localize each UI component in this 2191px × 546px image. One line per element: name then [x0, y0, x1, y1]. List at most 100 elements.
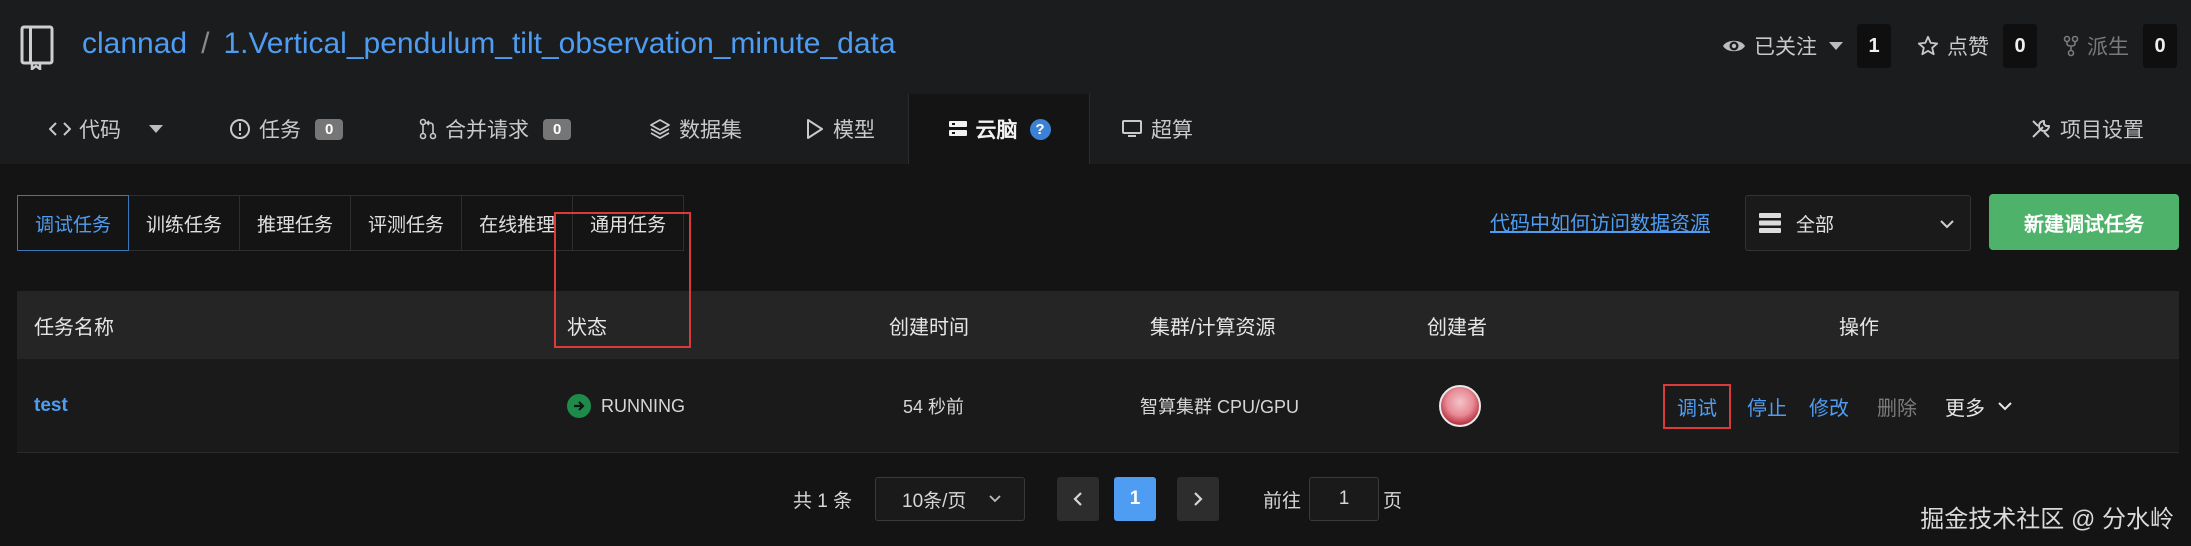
table-header: 任务名称 状态 创建时间 集群/计算资源 创建者 操作 [17, 291, 2179, 359]
subtab-train[interactable]: 训练任务 [129, 196, 241, 250]
page-size-select[interactable]: 10条/页 [875, 477, 1025, 521]
tab-settings[interactable]: 项目设置 [2030, 94, 2144, 164]
col-created: 创建时间 [889, 316, 969, 339]
cluster-filter-select[interactable]: 全部 [1745, 195, 1971, 251]
data-access-doc-link[interactable]: 代码中如何访问数据资源 [1490, 207, 1710, 236]
subtab-debug[interactable]: 调试任务 [17, 195, 130, 251]
watch-button[interactable]: 已关注 [1722, 31, 1843, 61]
play-icon [807, 119, 823, 139]
task-status-text: RUNNING [601, 395, 685, 416]
fork-icon [2063, 35, 2079, 57]
col-status: 状态 [567, 316, 607, 339]
tab-cloudbrain-label: 云脑 [975, 119, 1018, 142]
issue-icon [230, 119, 250, 139]
edit-button[interactable]: 修改 [1809, 392, 1849, 421]
watch-dropdown-icon[interactable] [1829, 42, 1843, 50]
desktop-icon [1122, 120, 1142, 137]
prev-page-button[interactable] [1057, 477, 1099, 521]
repo-header: clannad / 1.Vertical_pendulum_tilt_observa… [0, 0, 2191, 90]
watch-count[interactable]: 1 [1857, 24, 1891, 68]
fork-label: 派生 [2087, 36, 2129, 59]
question-icon[interactable]: ? [1029, 118, 1051, 140]
goto-page-input[interactable]: 1 [1309, 477, 1379, 521]
subtab-inference[interactable]: 推理任务 [240, 196, 352, 250]
tab-pulls-label: 合并请求 [445, 119, 529, 142]
tab-settings-label: 项目设置 [2060, 119, 2144, 142]
running-arrow-icon [567, 394, 591, 418]
task-type-tabs: 调试任务 训练任务 推理任务 评测任务 在线推理 通用任务 [17, 195, 685, 251]
new-debug-task-button[interactable]: 新建调试任务 [1989, 194, 2179, 250]
fork-button[interactable]: 派生 [2063, 31, 2129, 61]
tab-datasets-label: 数据集 [679, 119, 742, 142]
tab-code-dropdown-icon[interactable] [149, 125, 163, 133]
chevron-right-icon [1194, 492, 1203, 506]
issues-count-badge: 0 [315, 118, 344, 140]
star-count[interactable]: 0 [2003, 24, 2037, 68]
star-label: 点赞 [1947, 36, 1989, 59]
chevron-left-icon [1073, 492, 1082, 506]
tab-issues[interactable]: 任务 0 [229, 94, 344, 164]
col-actions: 操作 [1839, 316, 1879, 339]
tab-cloudbrain[interactable]: 云脑 ? [908, 94, 1090, 164]
pagination: 共 1 条 10条/页 1 前往 1 页 [0, 477, 2191, 521]
tab-supercompute[interactable]: 超算 [1121, 94, 1193, 164]
more-label: 更多 [1945, 397, 1985, 420]
chevron-down-icon [989, 495, 1002, 503]
chevron-down-icon [1998, 402, 2012, 411]
row-actions: 调试 停止 修改 删除 更多 [1663, 359, 2013, 453]
delete-button[interactable]: 删除 [1877, 392, 1917, 421]
code-icon [49, 122, 71, 136]
col-creator: 创建者 [1427, 316, 1487, 339]
tab-pulls[interactable]: 合并请求 0 [419, 94, 572, 164]
cluster-filter-value: 全部 [1796, 214, 1835, 236]
cloudbrain-panel: 调试任务 训练任务 推理任务 评测任务 在线推理 通用任务 代码中如何访问数据资… [0, 164, 2191, 546]
more-dropdown[interactable]: 更多 [1945, 392, 2013, 421]
subtab-evaluate[interactable]: 评测任务 [351, 196, 463, 250]
next-page-button[interactable] [1177, 477, 1219, 521]
task-status: RUNNING [567, 359, 685, 453]
task-table: 任务名称 状态 创建时间 集群/计算资源 创建者 操作 test RUNNING… [17, 291, 2179, 453]
eye-icon [1723, 40, 1745, 52]
repo-owner-link[interactable]: clannad [82, 27, 187, 60]
tab-code[interactable]: 代码 [49, 94, 163, 164]
repo-name-link[interactable]: 1.Vertical_pendulum_tilt_observation_min… [223, 27, 895, 60]
table-row: test RUNNING 54 秒前 智算集群 CPU/GPU 调试 停止 修改… [17, 359, 2179, 453]
star-icon [1917, 35, 1939, 56]
col-resource: 集群/计算资源 [1150, 316, 1276, 339]
tab-models-label: 模型 [833, 119, 875, 142]
task-resource: 智算集群 CPU/GPU [1140, 397, 1300, 417]
fork-count[interactable]: 0 [2143, 24, 2177, 68]
repo-title: clannad / 1.Vertical_pendulum_tilt_observa… [82, 22, 896, 66]
watch-label: 已关注 [1754, 36, 1817, 59]
repo-actions: 已关注 1 点赞 0 派生 0 [1722, 24, 2177, 68]
subtab-online-inference[interactable]: 在线推理 [462, 196, 574, 250]
tab-supercompute-label: 超算 [1151, 119, 1193, 142]
page-size-value: 10条/页 [902, 490, 967, 512]
page-button-1[interactable]: 1 [1114, 477, 1156, 521]
layers-icon [650, 119, 670, 139]
task-name-link[interactable]: test [34, 395, 68, 417]
col-task-name: 任务名称 [34, 316, 114, 339]
task-created: 54 秒前 [903, 397, 965, 417]
tab-models[interactable]: 模型 [805, 94, 875, 164]
tab-datasets[interactable]: 数据集 [649, 94, 742, 164]
server-icon [948, 121, 967, 136]
stop-button[interactable]: 停止 [1747, 392, 1787, 421]
chevron-down-icon [1940, 220, 1954, 229]
watermark: 掘金技术社区 @ 分水岭 [1920, 506, 2174, 533]
pull-request-icon [419, 118, 437, 140]
repo-nav-tabs: 代码 任务 0 合并请求 0 数据集 模型 云脑 ? 超算 项目设置 [0, 94, 2191, 164]
tab-issues-label: 任务 [259, 119, 301, 142]
page-unit-label: 页 [1383, 490, 1403, 512]
breadcrumb-separator: / [201, 27, 210, 60]
tools-icon [2032, 120, 2050, 138]
subtab-general[interactable]: 通用任务 [573, 196, 683, 250]
debug-button[interactable]: 调试 [1663, 383, 1731, 429]
tab-code-label: 代码 [79, 119, 121, 142]
repo-book-icon [20, 25, 54, 70]
server-icon [1759, 213, 1781, 233]
pulls-count-badge: 0 [543, 118, 572, 140]
avatar[interactable] [1439, 385, 1481, 427]
star-button[interactable]: 点赞 [1917, 31, 1989, 61]
goto-label: 前往 [1263, 490, 1302, 512]
